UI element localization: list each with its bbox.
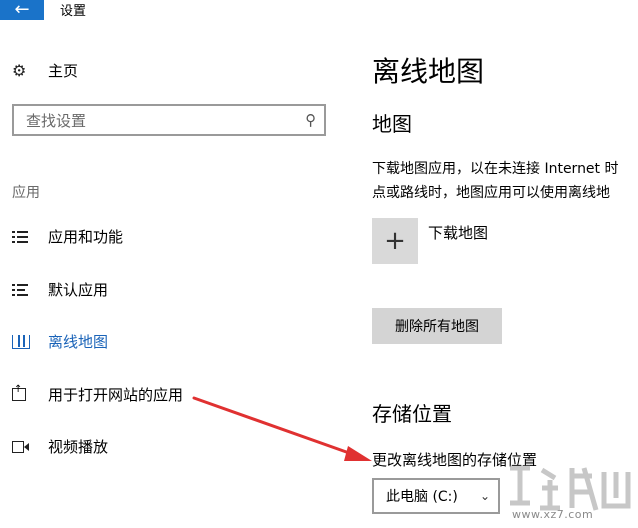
storage-location-select[interactable]: 此电脑 (C:) ⌄ bbox=[372, 478, 500, 514]
sidebar-item-label: 用于打开网站的应用 bbox=[48, 386, 184, 404]
map-icon bbox=[12, 334, 34, 349]
delete-all-maps-button[interactable]: 删除所有地图 bbox=[372, 308, 502, 344]
default-apps-icon bbox=[12, 283, 34, 297]
storage-heading: 存储位置 bbox=[372, 402, 452, 426]
storage-selected-value: 此电脑 (C:) bbox=[386, 489, 458, 505]
sidebar-item-label: 视频播放 bbox=[48, 438, 109, 456]
maps-heading: 地图 bbox=[372, 112, 412, 136]
search-input[interactable]: 查找设置 ⚲ bbox=[12, 104, 326, 136]
download-maps-button[interactable]: + 下载地图 bbox=[372, 218, 488, 264]
page-title: 离线地图 bbox=[372, 55, 485, 88]
search-placeholder: 查找设置 bbox=[26, 111, 87, 130]
video-icon bbox=[12, 440, 34, 453]
arrow-left-icon: ← bbox=[14, 0, 30, 20]
home-label: 主页 bbox=[48, 62, 79, 80]
watermark-text: www.xz7.com bbox=[512, 508, 594, 521]
sidebar-item-label: 离线地图 bbox=[48, 333, 109, 351]
sidebar-item-offline-maps[interactable]: 离线地图 bbox=[12, 331, 108, 352]
search-icon[interactable]: ⚲ bbox=[305, 111, 316, 129]
gear-icon: ⚙ bbox=[12, 60, 27, 80]
sidebar-item-default-apps[interactable]: 默认应用 bbox=[12, 279, 108, 300]
chevron-down-icon: ⌄ bbox=[479, 489, 490, 503]
back-button[interactable]: ← bbox=[0, 0, 44, 20]
sidebar-item-apps-for-websites[interactable]: 用于打开网站的应用 bbox=[12, 384, 183, 405]
sidebar-item-label: 默认应用 bbox=[48, 281, 109, 299]
open-web-icon bbox=[12, 384, 34, 401]
sidebar-item-home[interactable]: ⚙ 主页 bbox=[12, 60, 78, 81]
plus-icon: + bbox=[372, 218, 418, 264]
maps-description: 下载地图应用，以在未连接 Internet 时 点或路线时，地图应用可以使用离线… bbox=[372, 157, 638, 205]
sidebar-item-label: 应用和功能 bbox=[48, 228, 124, 246]
window-title: 设置 bbox=[60, 4, 87, 19]
section-label: 应用 bbox=[12, 185, 40, 201]
description-line: 点或路线时，地图应用可以使用离线地 bbox=[372, 185, 610, 201]
description-line: 下载地图应用，以在未连接 Internet 时 bbox=[372, 161, 619, 177]
sidebar-item-apps-features[interactable]: 应用和功能 bbox=[12, 226, 123, 247]
sidebar-item-video-playback[interactable]: 视频播放 bbox=[12, 436, 108, 457]
download-maps-label: 下载地图 bbox=[428, 224, 489, 242]
apps-list-icon bbox=[12, 230, 34, 244]
